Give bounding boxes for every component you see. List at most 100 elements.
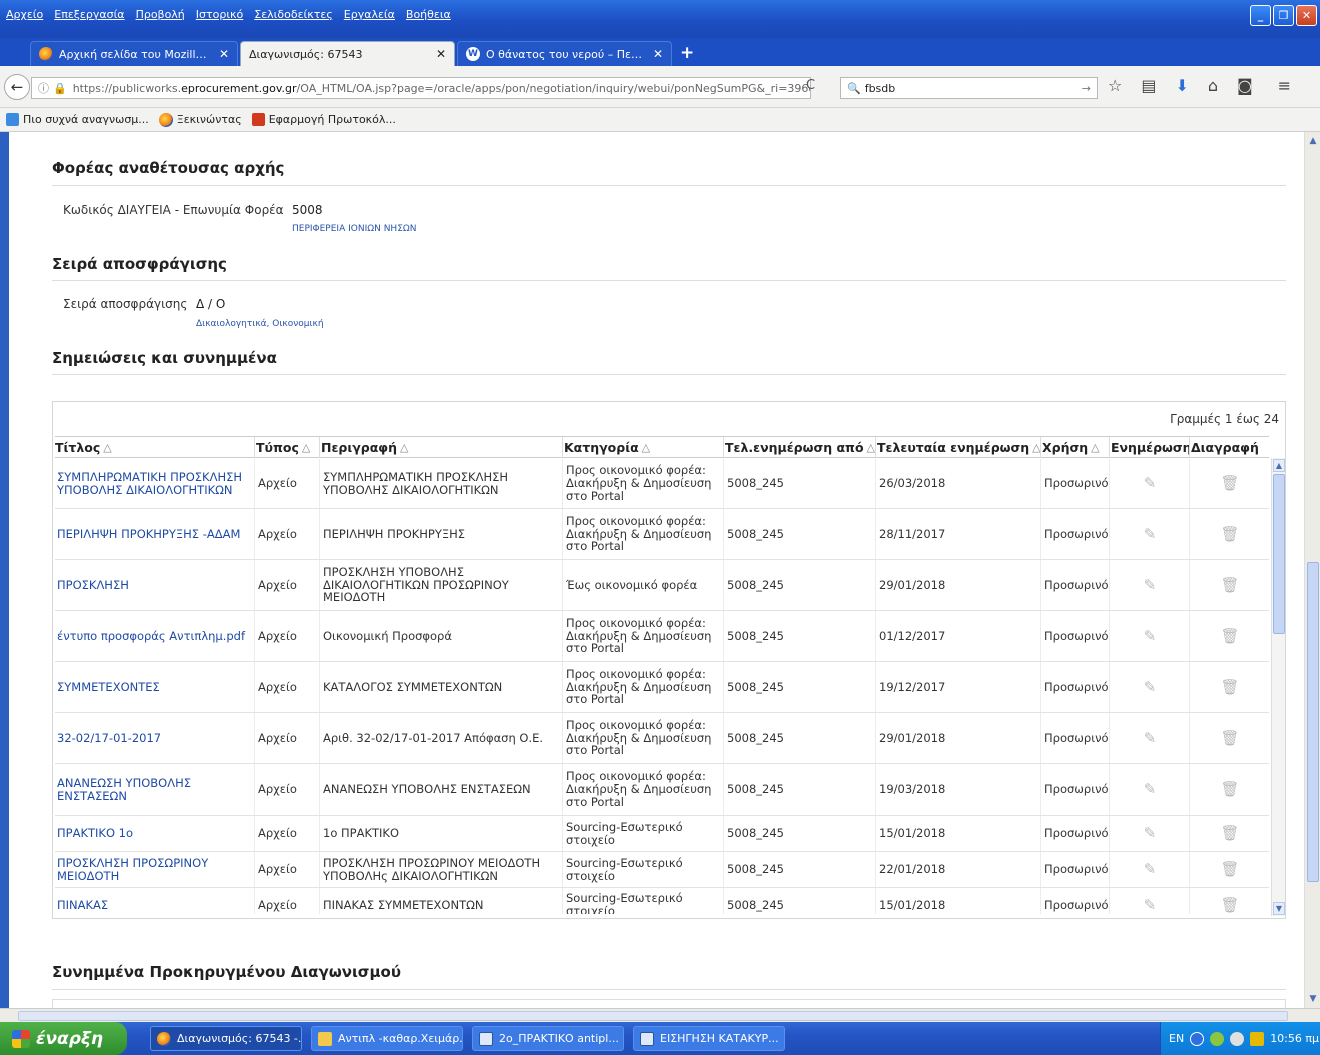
taskbar-item-firefox[interactable]: Διαγωνισμός: 67543 -...	[150, 1026, 302, 1051]
network-icon[interactable]	[1210, 1031, 1225, 1046]
taskbar-item-word-2[interactable]: ΕΙΣΗΓΗΣΗ ΚΑΤΑΚΥΡ...	[633, 1026, 785, 1051]
delete-trash-icon[interactable]: 🗑	[1191, 764, 1269, 815]
divider	[52, 185, 1286, 186]
delete-trash-icon[interactable]: 🗑	[1191, 459, 1269, 508]
reading-list-icon[interactable]: ▤	[1141, 76, 1156, 95]
tab-close-icon[interactable]: ✕	[653, 47, 663, 61]
cell-category: Έως οικονομικό φορέα	[566, 560, 724, 610]
bookmark-most-visited[interactable]: Πιο συχνά αναγνωσμ...	[6, 113, 149, 126]
delete-trash-icon[interactable]: 🗑	[1191, 852, 1269, 887]
edit-pencil-icon[interactable]: ✎	[1111, 764, 1190, 815]
page-scroll-thumb[interactable]	[1307, 562, 1319, 882]
tab-close-icon[interactable]: ✕	[436, 47, 446, 61]
minimize-button[interactable]: _	[1250, 5, 1271, 26]
edit-pencil-icon[interactable]: ✎	[1111, 888, 1190, 914]
search-box[interactable]: 🔍 fbsdb →	[840, 77, 1098, 99]
reload-icon[interactable]: C	[806, 78, 815, 93]
col-title[interactable]: Τίτλος △	[55, 437, 255, 458]
cell-title[interactable]: ΠΡΟΣΚΛΗΣΗ ΠΡΟΣΩΡΙΝΟΥ ΜΕΙΟΔΟΤΗ	[57, 852, 255, 887]
scroll-up-icon[interactable]: ▲	[1306, 134, 1320, 148]
delete-trash-icon[interactable]: 🗑	[1191, 888, 1269, 914]
edit-pencil-icon[interactable]: ✎	[1111, 662, 1190, 712]
window-title-bar: Αρχείο Επεξεργασία Προβολή Ιστορικό Σελι…	[0, 0, 1320, 38]
wordpress-icon: W	[466, 47, 480, 61]
menu-history[interactable]: Ιστορικό	[196, 8, 244, 21]
security-icon[interactable]	[1230, 1031, 1245, 1046]
col-type[interactable]: Τύπος △	[256, 437, 320, 458]
edit-pencil-icon[interactable]: ✎	[1111, 852, 1190, 887]
pocket-icon[interactable]: ◙	[1237, 76, 1253, 95]
search-go-icon[interactable]: →	[1082, 82, 1091, 95]
col-updated-by[interactable]: Τελ.ενημέρωση από △	[725, 437, 876, 458]
table-scroll-thumb[interactable]	[1273, 474, 1285, 634]
new-tab-button[interactable]: +	[680, 43, 694, 63]
scroll-down-icon[interactable]: ▼	[1306, 992, 1320, 1006]
edit-pencil-icon[interactable]: ✎	[1111, 509, 1190, 559]
page-scrollbar[interactable]: ▲ ▼	[1304, 132, 1320, 1008]
col-description[interactable]: Περιγραφή △	[321, 437, 563, 458]
menu-edit[interactable]: Επεξεργασία	[54, 8, 124, 21]
firefox-icon	[157, 1031, 171, 1046]
taskbar-item-word-1[interactable]: 2ο_ΠΡΑΚΤΙΚΟ antipl...	[472, 1026, 624, 1051]
download-icon[interactable]: ⬇	[1175, 76, 1188, 95]
cell-title[interactable]: ΣΥΜΜΕΤΕΧΟΝΤΕΣ	[57, 662, 255, 712]
delete-trash-icon[interactable]: 🗑	[1191, 662, 1269, 712]
menu-bookmarks[interactable]: Σελιδοδείκτες	[254, 8, 333, 21]
tab-tender-67543[interactable]: Διαγωνισμός: 67543 ✕	[240, 41, 455, 66]
cell-title[interactable]: 32-02/17-01-2017	[57, 713, 255, 763]
delete-trash-icon[interactable]: 🗑	[1191, 509, 1269, 559]
language-indicator[interactable]: EN	[1169, 1032, 1184, 1045]
edit-pencil-icon[interactable]: ✎	[1111, 611, 1190, 661]
menu-help[interactable]: Βοήθεια	[406, 8, 451, 21]
delete-trash-icon[interactable]: 🗑	[1191, 816, 1269, 851]
col-updated-by-label: Τελ.ενημέρωση από	[725, 440, 864, 455]
table-scrollbar[interactable]: ▲ ▼	[1271, 458, 1285, 916]
cell-type: Αρχείο	[258, 611, 320, 661]
url-bar[interactable]: ⓘ 🔒 https://publicworks. eprocurement.gov…	[31, 77, 811, 99]
word-tray-icon[interactable]	[1250, 1031, 1265, 1046]
firefox-icon	[39, 47, 53, 61]
bookmark-protocol-app[interactable]: Εφαρμογή Πρωτοκόλ...	[251, 113, 396, 126]
cell-title[interactable]: ΠΙΝΑΚΑΣ	[57, 888, 255, 914]
cell-title[interactable]: ΠΕΡΙΛΗΨΗ ΠΡΟΚΗΡΥΞΗΣ -ΑΔΑΜ	[57, 509, 255, 559]
start-button[interactable]: έναρξη	[0, 1022, 127, 1055]
close-window-button[interactable]: ✕	[1296, 5, 1317, 26]
bookmark-getting-started[interactable]: Ξεκινώντας	[158, 112, 242, 127]
edit-pencil-icon[interactable]: ✎	[1111, 560, 1190, 610]
maximize-button[interactable]: ❐	[1273, 5, 1294, 26]
edit-pencil-icon[interactable]: ✎	[1111, 459, 1190, 508]
delete-trash-icon[interactable]: 🗑	[1191, 713, 1269, 763]
col-usage[interactable]: Χρήση △	[1042, 437, 1110, 458]
tab-region-article[interactable]: W Ο θάνατος του νερού – Περιφ... ✕	[457, 41, 672, 66]
scroll-down-icon[interactable]: ▼	[1273, 902, 1285, 915]
cell-title[interactable]: ΑΝΑΝΕΩΣΗ ΥΠΟΒΟΛΗΣ ΕΝΣΤΑΣΕΩΝ	[57, 764, 255, 815]
cell-type: Αρχείο	[258, 816, 320, 851]
horizontal-scroll-thumb[interactable]	[18, 1011, 1288, 1021]
delete-trash-icon[interactable]: 🗑	[1191, 560, 1269, 610]
tab-close-icon[interactable]: ✕	[219, 47, 229, 61]
home-icon[interactable]: ⌂	[1208, 76, 1218, 95]
cell-category: Προς οικονομικό φορέα: Διακήρυξη & Δημοσ…	[566, 509, 724, 559]
cell-title[interactable]: ΠΡΑΚΤΙΚΟ 1ο	[57, 816, 255, 851]
delete-trash-icon[interactable]: 🗑	[1191, 611, 1269, 661]
edit-pencil-icon[interactable]: ✎	[1111, 816, 1190, 851]
col-last-update[interactable]: Τελευταία ενημέρωση △	[877, 437, 1041, 458]
cell-title[interactable]: έντυπο προσφοράς Αντιπλημ.pdf	[57, 611, 255, 661]
cell-title[interactable]: ΣΥΜΠΛΗΡΩΜΑΤΙΚΗ ΠΡΟΣΚΛΗΣΗ ΥΠΟΒΟΛΗΣ ΔΙΚΑΙΟ…	[57, 459, 255, 508]
col-category[interactable]: Κατηγορία △	[564, 437, 724, 458]
system-tray: EN 10:56 πμ	[1160, 1022, 1320, 1055]
tab-firefox-home[interactable]: Αρχική σελίδα του Mozilla Fire... ✕	[30, 41, 238, 66]
menu-tools[interactable]: Εργαλεία	[344, 8, 395, 21]
hamburger-menu-icon[interactable]: ≡	[1278, 76, 1291, 95]
bookmark-star-icon[interactable]: ☆	[1108, 76, 1122, 95]
scroll-up-icon[interactable]: ▲	[1273, 459, 1285, 472]
back-button[interactable]: ←	[4, 74, 30, 100]
cell-title[interactable]: ΠΡΟΣΚΛΗΣΗ	[57, 560, 255, 610]
horizontal-scrollbar[interactable]	[0, 1008, 1320, 1022]
tray-arrow-icon[interactable]	[1190, 1031, 1205, 1046]
menu-file[interactable]: Αρχείο	[6, 8, 43, 21]
menu-view[interactable]: Προβολή	[136, 8, 185, 21]
taskbar-item-folder[interactable]: Αντιπλ -καθαρ.Χειμάρ...	[311, 1026, 463, 1051]
info-icon[interactable]: ⓘ	[38, 80, 49, 96]
edit-pencil-icon[interactable]: ✎	[1111, 713, 1190, 763]
